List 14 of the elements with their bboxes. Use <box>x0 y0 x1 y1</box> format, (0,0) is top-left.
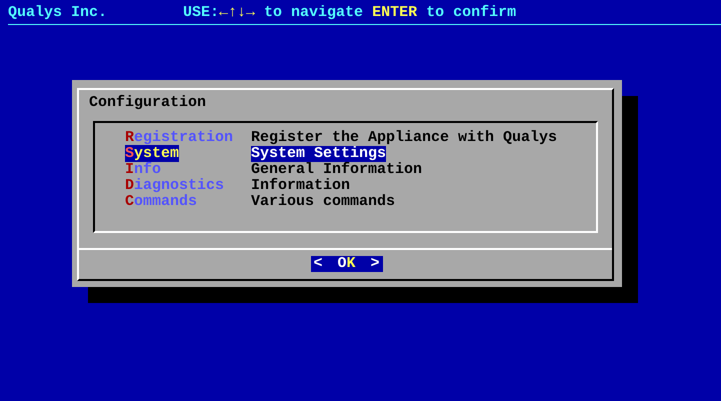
dialog-title: Configuration <box>89 95 208 111</box>
menu-item[interactable]: Info <box>125 162 251 178</box>
brand-title: Qualys Inc. <box>8 4 108 20</box>
menu-item-description: System Settings <box>251 146 386 162</box>
menu-item-description: Register the Appliance with Qualys <box>251 130 558 146</box>
menu-item-description: Information <box>251 178 350 194</box>
menu-item[interactable]: Registration <box>125 130 251 146</box>
ok-button[interactable]: < OK > <box>310 256 382 272</box>
menu-item-description: Various commands <box>251 194 396 210</box>
menu-item-description: General Information <box>251 162 422 178</box>
menu-item[interactable]: Commands <box>125 194 251 210</box>
menu-item[interactable]: Diagnostics <box>125 178 251 194</box>
navigation-hint: USE:←↑↓→ to navigate ENTER to confirm <box>183 4 516 20</box>
menu-item[interactable]: System <box>125 146 251 162</box>
